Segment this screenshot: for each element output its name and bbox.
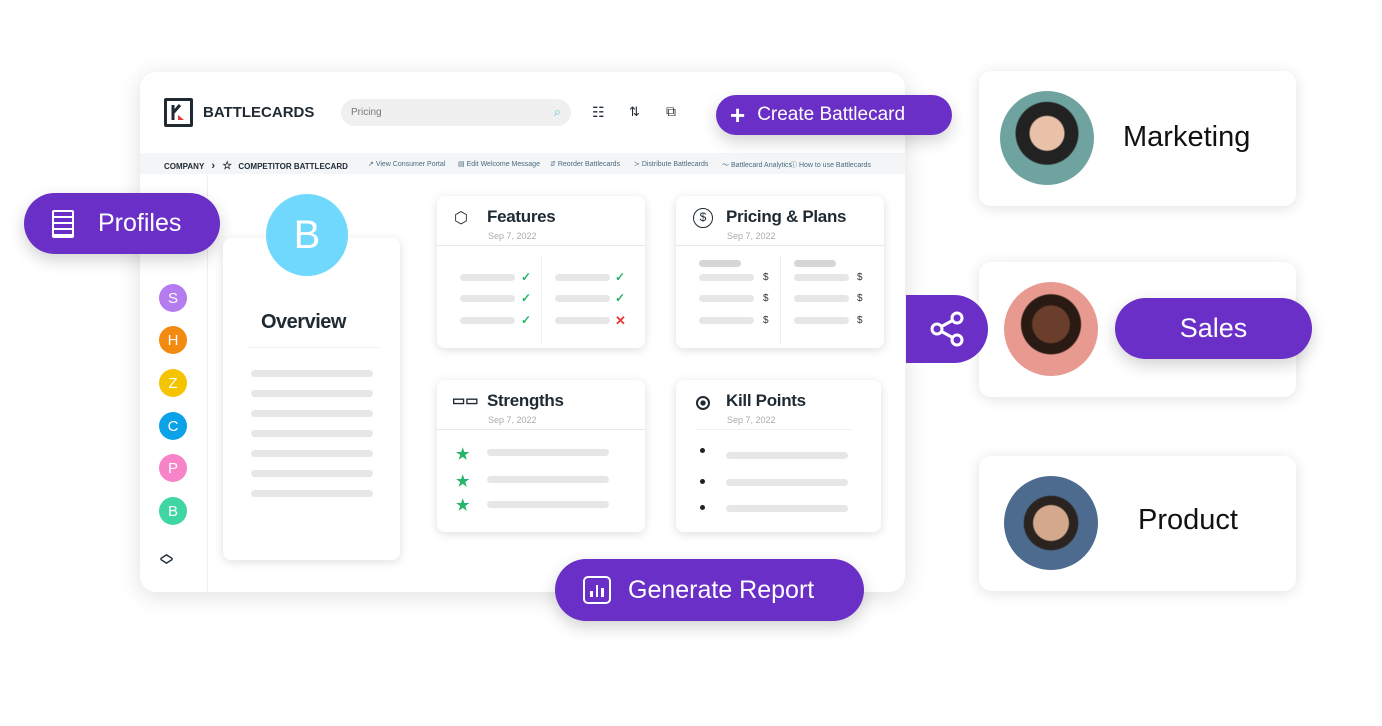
- star-icon: ★: [456, 446, 470, 463]
- card-date: Sep 7, 2022: [727, 231, 776, 241]
- battlecard-analytics-link[interactable]: 〜 Battlecard Analytics: [722, 160, 792, 170]
- person-card-product[interactable]: Product: [979, 456, 1296, 591]
- search-value: Pricing: [351, 107, 382, 118]
- kill-points-card[interactable]: Kill Points Sep 7, 2022: [676, 380, 881, 532]
- placeholder-line: [251, 450, 373, 457]
- card-date: Sep 7, 2022: [488, 231, 537, 241]
- check-icon: ✓: [521, 270, 532, 284]
- sidebar-avatar-p[interactable]: P: [159, 454, 187, 482]
- star-icon[interactable]: ☆: [222, 160, 232, 172]
- card-title: Strengths: [487, 391, 564, 410]
- placeholder-line: [251, 370, 373, 377]
- overview-avatar: B: [266, 194, 348, 276]
- placeholder-line: [251, 430, 373, 437]
- plus-icon: +: [730, 99, 746, 130]
- search-icon[interactable]: ⌕: [554, 104, 561, 120]
- marketing-avatar: [1000, 91, 1094, 185]
- star-icon: ★: [456, 473, 470, 490]
- breadcrumb-company[interactable]: COMPANY: [164, 162, 204, 171]
- reorder-battlecards-link[interactable]: ⇵ Reorder Battlecards: [550, 160, 620, 168]
- check-icon: ✓: [521, 313, 532, 327]
- overview-card[interactable]: Overview: [223, 238, 400, 560]
- how-to-use-link[interactable]: ⓘ How to use Battlecards: [790, 160, 871, 170]
- card-title: Pricing & Plans: [726, 207, 847, 226]
- card-title: Kill Points: [726, 391, 806, 410]
- sidebar-avatar-c[interactable]: C: [159, 412, 187, 440]
- sort-icon[interactable]: ⇅: [629, 104, 640, 120]
- dollar-icon: $: [693, 208, 713, 228]
- card-title: Features: [487, 207, 556, 226]
- sidebar-avatar-h[interactable]: H: [159, 326, 187, 354]
- pricing-card[interactable]: $ Pricing & Plans Sep 7, 2022 $ $ $ $ $ …: [676, 196, 884, 348]
- search-input[interactable]: Pricing ⌕: [341, 99, 571, 126]
- check-icon: ✓: [615, 270, 626, 284]
- placeholder-line: [251, 410, 373, 417]
- chevron-right-icon: ›: [211, 160, 216, 172]
- share-button[interactable]: [906, 295, 988, 363]
- sidebar-avatar-z[interactable]: Z: [159, 369, 187, 397]
- copy-icon[interactable]: ⧉: [666, 103, 676, 120]
- cross-icon: ✕: [615, 313, 626, 328]
- sales-button[interactable]: Sales: [1115, 298, 1312, 359]
- placeholder-line: [251, 390, 373, 397]
- target-icon: [696, 396, 710, 410]
- check-icon: ✓: [521, 291, 532, 305]
- sales-avatar: [1004, 282, 1098, 376]
- placeholder-line: [251, 490, 373, 497]
- logo-icon: [164, 98, 193, 127]
- check-icon: ✓: [615, 291, 626, 305]
- view-consumer-portal-link[interactable]: ↗ View Consumer Portal: [368, 160, 445, 168]
- star-icon: ★: [456, 497, 470, 514]
- dumbbell-icon: ▭▭: [452, 392, 479, 408]
- edit-welcome-message-link[interactable]: ▤ Edit Welcome Message: [458, 160, 540, 168]
- sidebar-avatar-s[interactable]: S: [159, 284, 187, 312]
- card-date: Sep 7, 2022: [727, 415, 776, 425]
- overview-title: Overview: [261, 311, 346, 333]
- filter-icon[interactable]: ☷: [592, 104, 605, 121]
- breadcrumb: COMPANY › ☆ COMPETITOR BATTLECARD ↗ View…: [140, 153, 905, 174]
- report-chart-icon: [583, 576, 611, 604]
- profiles-button[interactable]: Profiles: [24, 193, 220, 254]
- placeholder-line: [251, 470, 373, 477]
- card-date: Sep 7, 2022: [488, 415, 537, 425]
- features-card[interactable]: ⬡ Features Sep 7, 2022 ✓ ✓ ✓ ✓ ✓ ✕: [437, 196, 645, 348]
- scroll-arrows-icon[interactable]: ︿ ﹀: [160, 547, 173, 572]
- generate-report-button[interactable]: Generate Report: [555, 559, 864, 621]
- box-icon: ⬡: [454, 210, 468, 227]
- app-title: BATTLECARDS: [203, 104, 315, 121]
- share-icon: [930, 311, 964, 347]
- create-battlecard-button[interactable]: + Create Battlecard: [716, 95, 952, 135]
- breadcrumb-current: COMPETITOR BATTLECARD: [238, 162, 348, 171]
- person-card-marketing[interactable]: Marketing: [979, 71, 1296, 206]
- product-avatar: [1004, 476, 1098, 570]
- strengths-card[interactable]: ▭▭ Strengths Sep 7, 2022 ★ ★ ★: [437, 380, 645, 532]
- sidebar-avatar-b[interactable]: B: [159, 497, 187, 525]
- building-icon: [52, 209, 74, 238]
- distribute-battlecards-link[interactable]: ≻ Distribute Battlecards: [634, 160, 708, 168]
